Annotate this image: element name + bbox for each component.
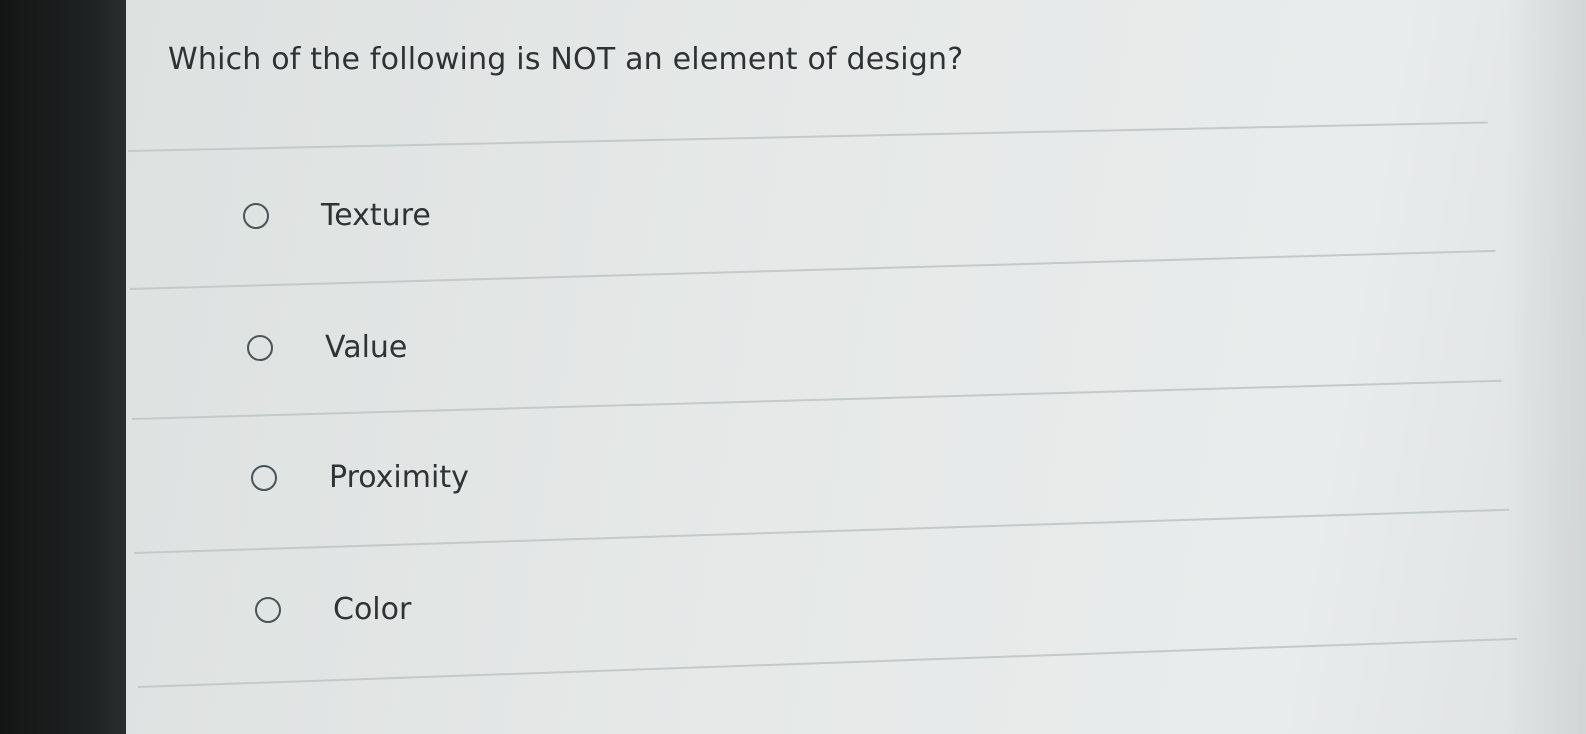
monitor-bezel (0, 0, 128, 734)
radio-button-color[interactable] (255, 596, 281, 623)
radio-button-value[interactable] (247, 334, 273, 361)
option-label-value: Value (325, 330, 408, 365)
radio-button-proximity[interactable] (251, 464, 277, 491)
option-label-proximity: Proximity (329, 460, 469, 495)
answer-option-value[interactable]: Value (247, 330, 407, 365)
answer-option-proximity[interactable]: Proximity (251, 460, 469, 495)
option-label-texture: Texture (321, 198, 431, 233)
radio-button-texture[interactable] (243, 202, 269, 229)
question-text: Which of the following is NOT an element… (168, 42, 964, 77)
option-label-color: Color (333, 592, 412, 627)
screen-edge-shade (1506, 0, 1586, 734)
answer-option-texture[interactable]: Texture (243, 198, 431, 233)
answer-option-color[interactable]: Color (255, 592, 411, 627)
